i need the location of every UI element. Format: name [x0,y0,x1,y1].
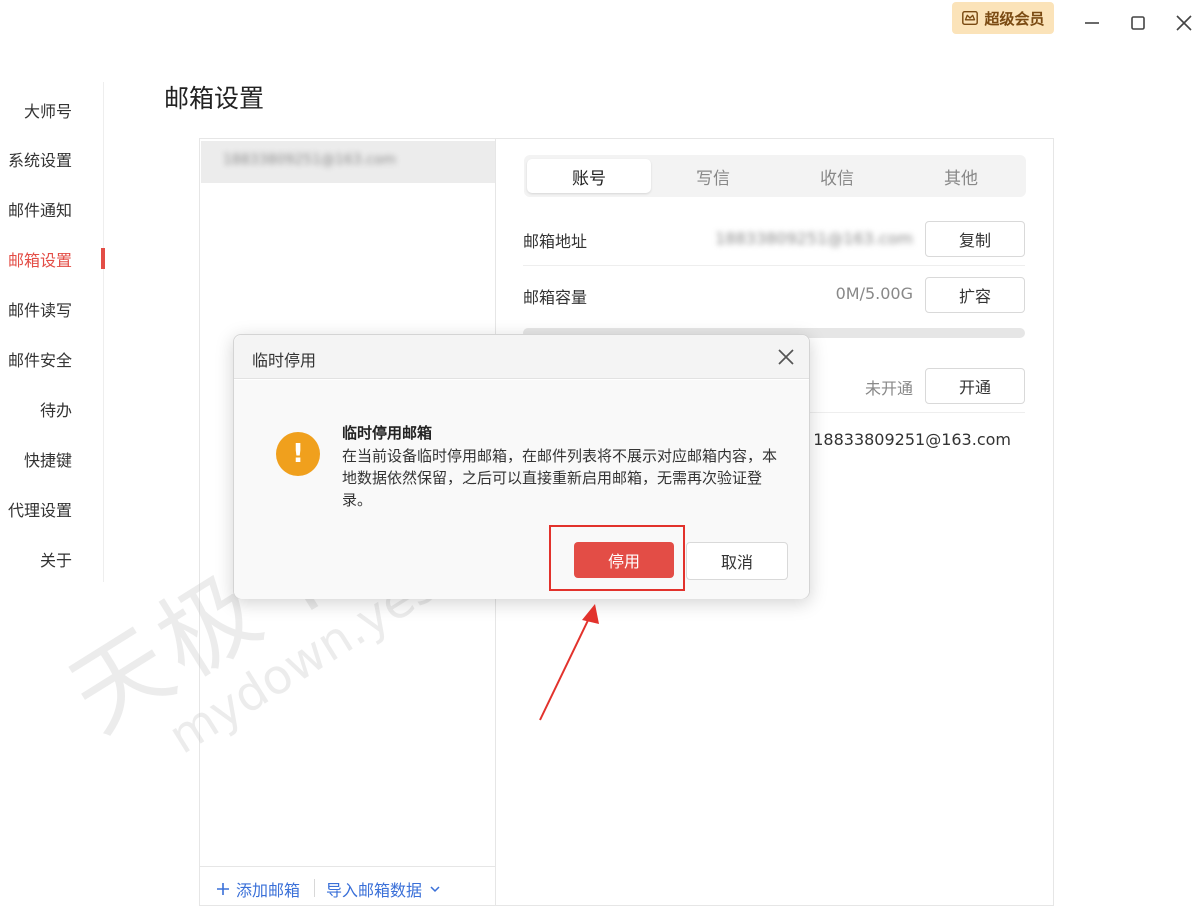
close-window-button[interactable] [1171,10,1197,36]
disable-button[interactable]: 停用 [574,542,674,578]
sidebar-item-about[interactable]: 关于 [40,547,72,571]
account-email: 18833809251@163.com [223,152,397,168]
sidebar-item-mail-security[interactable]: 邮件安全 [8,347,72,371]
dialog-body: ! 临时停用邮箱 在当前设备临时停用邮箱，在邮件列表将不展示对应邮箱内容，本地数… [234,380,809,599]
import-data-label: 导入邮箱数据 [326,881,423,900]
warning-icon: ! [276,432,320,476]
cancel-button[interactable]: 取消 [686,542,788,580]
plus-icon [217,883,229,895]
tab-account[interactable]: 账号 [527,159,651,193]
dialog-header: 临时停用 [234,335,809,379]
sidebar-item-shortcuts[interactable]: 快捷键 [24,447,72,471]
settings-sidebar: 大师号 系统设置 邮件通知 邮箱设置 邮件读写 邮件安全 待办 快捷键 代理设置… [0,82,104,582]
sidebar-item-mailbox-settings[interactable]: 邮箱设置 [8,247,72,271]
account-list-footer: 添加邮箱 导入邮箱数据 [200,866,495,906]
settings-tabs: 账号 写信 收信 其他 [524,155,1026,197]
page-title: 邮箱设置 [164,84,265,113]
sidebar-item-master-account[interactable]: 大师号 [24,98,72,122]
add-mailbox-label: 添加邮箱 [236,881,301,900]
account-email-value: 18833809251@163.com [813,430,1011,449]
settings-window: 超级会员 大师号 系统设置 邮件通知 邮箱设置 邮件读写 邮件安全 待办 快捷键… [0,0,1200,908]
disable-mailbox-dialog: 临时停用 ! 临时停用邮箱 在当前设备临时停用邮箱，在邮件列表将不展示对应邮箱内… [233,334,810,599]
sidebar-active-indicator [101,248,105,269]
mailbox-address-row: 邮箱地址 18833809251@163.com 复制 [523,211,1025,266]
sidebar-item-todo[interactable]: 待办 [40,397,72,421]
vip-label: 超级会员 [984,9,1045,28]
mailbox-address-label: 邮箱地址 [523,232,588,251]
vip-badge[interactable]: 超级会员 [952,2,1054,34]
sidebar-item-proxy-settings[interactable]: 代理设置 [8,497,72,521]
crown-icon [962,10,979,26]
dialog-close-icon[interactable] [775,346,797,368]
maximize-icon [1131,16,1145,30]
mailbox-address-value: 18833809251@163.com [715,229,913,248]
mailbox-capacity-row: 邮箱容量 0M/5.00G 扩容 [523,267,1025,322]
tab-compose[interactable]: 写信 [651,159,775,193]
add-mailbox-button[interactable]: 添加邮箱 [216,877,300,901]
close-icon [1176,15,1192,31]
maximize-button[interactable] [1125,10,1151,36]
sidebar-item-mail-read-write[interactable]: 邮件读写 [8,297,72,321]
dialog-message: 在当前设备临时停用邮箱，在邮件列表将不展示对应邮箱内容，本地数据依然保留，之后可… [342,447,778,509]
dialog-title: 临时停用 [252,351,317,370]
mailbox-capacity-label: 邮箱容量 [523,288,588,307]
open-service-button[interactable]: 开通 [925,368,1025,404]
footer-divider [314,879,315,897]
minimize-button[interactable] [1079,10,1105,36]
sidebar-item-system-settings[interactable]: 系统设置 [8,147,72,171]
dialog-heading: 临时停用邮箱 [342,424,433,442]
sidebar-item-mail-notification[interactable]: 邮件通知 [8,197,72,221]
account-list-item[interactable]: 18833809251@163.com [201,141,495,183]
minimize-icon [1085,22,1099,24]
copy-button[interactable]: 复制 [925,221,1025,257]
tab-other[interactable]: 其他 [899,159,1023,193]
service-status: 未开通 [864,379,913,398]
tab-receive[interactable]: 收信 [775,159,899,193]
import-mailbox-data-button[interactable]: 导入邮箱数据 [326,877,440,901]
chevron-down-icon [430,886,440,893]
mailbox-capacity-value: 0M/5.00G [835,284,913,303]
expand-capacity-button[interactable]: 扩容 [925,277,1025,313]
